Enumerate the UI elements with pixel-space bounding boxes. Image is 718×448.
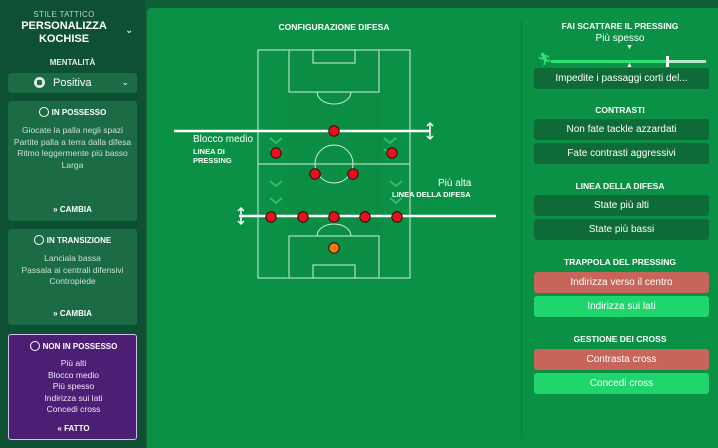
phase-item: Partite palla a terra dalla difesa xyxy=(13,136,132,147)
done-button[interactable]: « FATTO xyxy=(9,424,138,433)
pitch-diagram xyxy=(174,49,496,279)
trap-option-center[interactable]: Indirizza verso il centro xyxy=(534,272,709,293)
player-marker[interactable] xyxy=(386,147,398,159)
player-marker[interactable] xyxy=(297,211,309,223)
double-chevron-right-icon: » xyxy=(53,205,58,214)
player-marker[interactable] xyxy=(270,147,282,159)
column-divider xyxy=(521,20,522,438)
tackle-option-safe[interactable]: Non fate tackle azzardati xyxy=(534,119,709,140)
press-trap-title: TRAPPOLA DEL PRESSING xyxy=(564,257,676,267)
phase-item: Contropiede xyxy=(49,276,96,287)
defline-option-lower[interactable]: State più bassi xyxy=(534,219,709,240)
tactical-style-header[interactable]: STILE TATTICO PERSONALIZZA KOCHISE ⌄ xyxy=(0,0,145,50)
double-chevron-left-icon: « xyxy=(57,424,62,433)
ball-icon xyxy=(38,107,49,117)
chevron-down-icon: ⌄ xyxy=(121,77,129,87)
change-button[interactable]: » CAMBIA xyxy=(8,309,137,318)
player-marker[interactable] xyxy=(391,211,403,223)
double-chevron-right-icon: » xyxy=(53,309,58,318)
player-marker[interactable] xyxy=(328,125,340,137)
phase-item: Larga xyxy=(61,159,84,170)
phase-item: Lanciala bassa xyxy=(44,253,101,263)
change-button-label: CAMBIA xyxy=(59,309,92,318)
transition-icon xyxy=(33,235,44,245)
pressing-line-label: LINEA DI PRESSING xyxy=(193,147,232,165)
pressing-slider-fill xyxy=(551,60,668,63)
defense-icon xyxy=(29,341,40,351)
phase-item: Più spesso xyxy=(52,381,95,392)
trap-option-flanks[interactable]: Indirizza sui lati xyxy=(534,296,709,317)
player-marker[interactable] xyxy=(309,168,321,180)
change-button-label: CAMBIA xyxy=(59,205,92,214)
pressing-option-button[interactable]: Impedite i passaggi corti del... xyxy=(534,68,709,89)
mentality-dropdown[interactable]: Positiva ⌄ xyxy=(8,73,137,93)
cross-option-concede[interactable]: Concedi cross xyxy=(534,373,709,394)
player-marker[interactable] xyxy=(359,211,371,223)
pressing-slider-handle[interactable] xyxy=(666,56,670,67)
running-player-icon: 🏃︎ xyxy=(537,52,553,66)
phase-header: IN TRANSIZIONE xyxy=(8,235,137,245)
phase-in-possession: IN POSSESSO Giocate la palla negli spazi… xyxy=(8,101,137,221)
pressing-trigger-value: Più spesso xyxy=(595,33,645,44)
done-button-label: FATTO xyxy=(64,424,90,433)
player-marker[interactable] xyxy=(347,168,359,180)
phase-item: Concedi cross xyxy=(46,404,101,415)
phase-item: Giocate la palla negli spazi xyxy=(21,125,124,135)
player-marker[interactable] xyxy=(265,211,277,223)
pressing-trigger-title: FAI SCATTARE IL PRESSING xyxy=(561,21,679,31)
phase-in-transition: IN TRANSIZIONE Lanciala bassa Passala ai… xyxy=(8,229,137,325)
slider-marker-icon: ▼ xyxy=(626,44,633,51)
phase-title: NON IN POSSESSO xyxy=(42,342,118,351)
phase-item: Più alti xyxy=(60,358,87,368)
phase-out-of-possession: NON IN POSSESSO Più alti Blocco medio Pi… xyxy=(8,334,137,440)
defline-option-higher[interactable]: State più alti xyxy=(534,195,709,216)
cross-management-title: GESTIONE DEI CROSS xyxy=(573,334,667,344)
phase-items: Lanciala bassa Passala ai centrali difen… xyxy=(10,253,135,288)
tackle-option-aggressive[interactable]: Fate contrasti aggressivi xyxy=(534,143,709,164)
phase-item: Blocco medio xyxy=(47,369,100,380)
phase-item: Passala ai centrali difensivi xyxy=(21,264,124,275)
player-marker[interactable] xyxy=(328,211,340,223)
tactics-sidebar: STILE TATTICO PERSONALIZZA KOCHISE ⌄ MEN… xyxy=(0,0,145,448)
pressing-block-label: Blocco medio xyxy=(193,134,254,145)
tackles-title: CONTRASTI xyxy=(595,105,645,115)
phase-title: IN POSSESSO xyxy=(51,108,107,117)
goalkeeper-marker[interactable] xyxy=(328,242,340,254)
phase-item: Ritmo leggermente più basso xyxy=(17,148,128,159)
phase-header: IN POSSESSO xyxy=(8,107,137,117)
chevron-down-icon[interactable]: ⌄ xyxy=(125,25,133,36)
defline-title: LINEA DELLA DIFESA xyxy=(575,181,665,191)
mentality-value: Positiva xyxy=(53,77,92,89)
cross-option-contest[interactable]: Contrasta cross xyxy=(534,349,709,370)
mentality-title: MENTALITÀ xyxy=(49,58,96,67)
mentality-icon xyxy=(34,77,45,88)
phase-items: Giocate la palla negli spazi Partite pal… xyxy=(10,125,135,171)
tactical-style-label: STILE TATTICO xyxy=(33,10,95,19)
phase-header: NON IN POSSESSO xyxy=(9,341,138,351)
defense-line-label: LINEA DELLA DIFESA xyxy=(392,190,471,199)
defense-height-label: Più alta xyxy=(438,178,472,189)
phase-item: Indirizza sui lati xyxy=(44,392,103,403)
defense-panel: CONFIGURAZIONE DIFESA Blocco medio LINEA… xyxy=(147,8,718,448)
phase-items: Più alti Blocco medio Più spesso Indiriz… xyxy=(11,358,136,416)
tactical-style-name: PERSONALIZZA KOCHISE xyxy=(21,20,107,45)
phase-title: IN TRANSIZIONE xyxy=(46,236,112,245)
change-button[interactable]: » CAMBIA xyxy=(8,205,137,214)
